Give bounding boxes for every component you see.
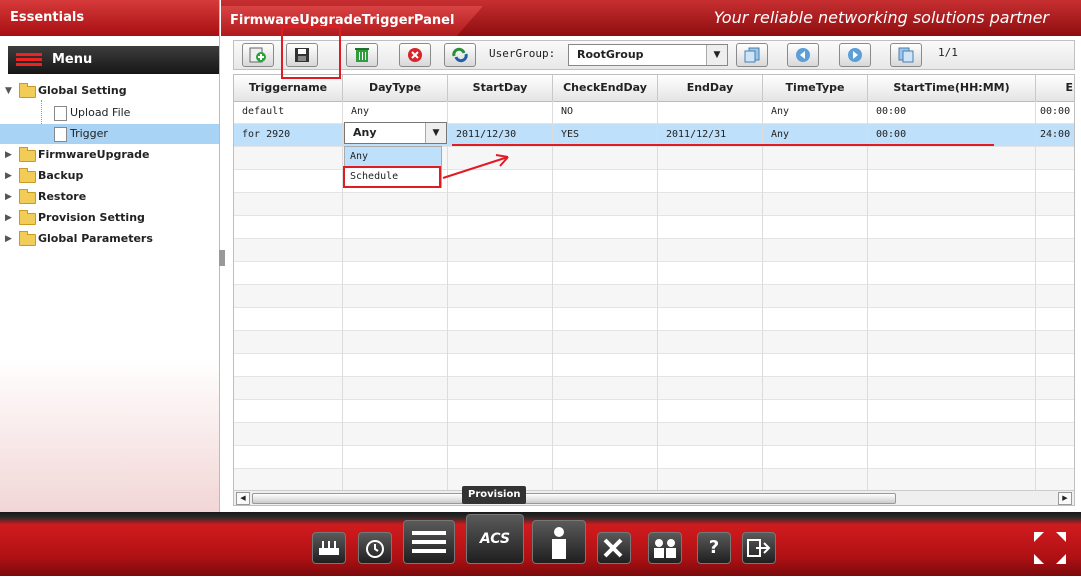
tools-glyph: [603, 538, 623, 558]
acs-icon[interactable]: ACS: [466, 514, 524, 564]
list-glyph: [412, 531, 446, 553]
logout-glyph: [747, 539, 771, 557]
list-icon[interactable]: [403, 520, 455, 564]
user-icon[interactable]: [532, 520, 586, 564]
logout-icon[interactable]: [742, 532, 776, 564]
alarm-icon[interactable]: [358, 532, 392, 564]
alarm-glyph: [366, 540, 384, 558]
help-label: ?: [708, 537, 720, 558]
user-glyph: [552, 527, 566, 559]
provision-tooltip: Provision: [462, 486, 527, 504]
tools-icon[interactable]: [597, 532, 631, 564]
router-glyph: [319, 541, 339, 555]
router-icon[interactable]: [312, 532, 346, 564]
group-icon[interactable]: [648, 532, 682, 564]
group-glyph: [654, 539, 676, 558]
bottom-dock: ACS ?: [0, 512, 1081, 576]
fullscreen-icon[interactable]: [1030, 528, 1070, 568]
annotation-arrow: [442, 144, 994, 179]
help-icon[interactable]: ?: [697, 532, 731, 564]
acs-label: ACS: [479, 531, 511, 547]
